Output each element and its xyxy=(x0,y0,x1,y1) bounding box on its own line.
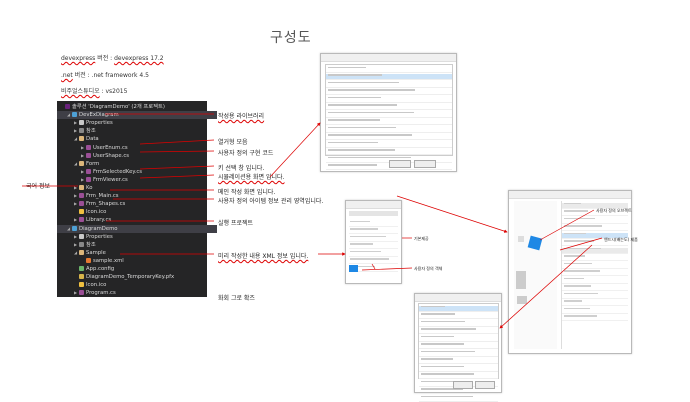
arrow-user-code xyxy=(139,150,215,153)
arrow-to-item-dialog xyxy=(499,244,593,329)
arrow-to-designer xyxy=(396,195,508,233)
arrow-enum xyxy=(139,139,215,145)
arrow-key-select xyxy=(139,165,215,170)
arrow-user-object xyxy=(539,209,595,241)
annotation-arrows xyxy=(22,113,603,329)
arrow-product xyxy=(559,237,603,251)
arrow-check xyxy=(371,263,376,270)
arrow-simulation xyxy=(139,174,215,179)
arrow-menu-user xyxy=(361,267,413,271)
arrow-to-key-dialog xyxy=(269,122,321,178)
